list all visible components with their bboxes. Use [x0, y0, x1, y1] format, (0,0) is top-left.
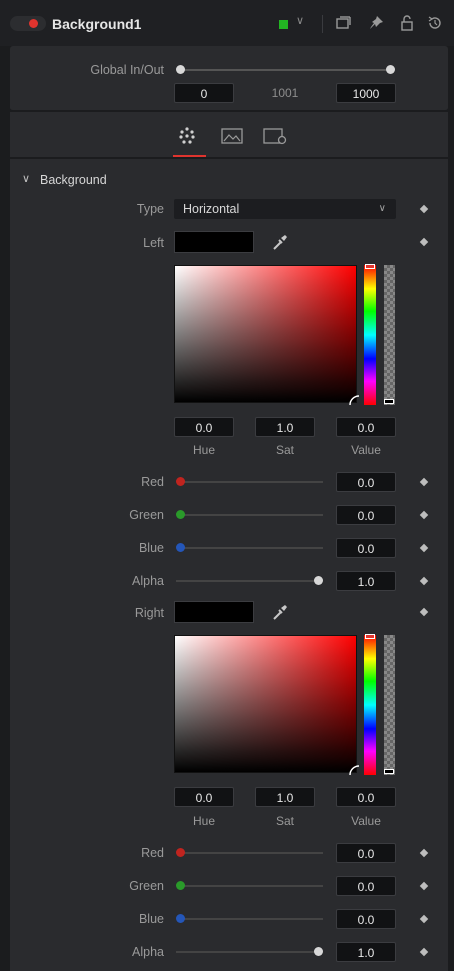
global-in-handle[interactable]	[176, 65, 185, 74]
left-hue-label: Hue	[192, 443, 215, 457]
right-alpha-handle[interactable]	[314, 947, 323, 956]
right-sat-field[interactable]: 1.0	[255, 787, 315, 807]
left-blue-handle[interactable]	[176, 543, 185, 552]
right-value-field[interactable]: 0.0	[336, 787, 396, 807]
header-divider	[322, 15, 323, 33]
right-hue-handle[interactable]	[365, 634, 375, 639]
right-blue-handle[interactable]	[176, 914, 185, 923]
reset-icon[interactable]	[426, 14, 444, 32]
right-red-handle[interactable]	[176, 848, 185, 857]
left-value-label: Value	[351, 443, 381, 457]
right-alpha-handle[interactable]	[384, 769, 394, 774]
right-alpha-label: Alpha	[132, 945, 164, 959]
chevron-down-icon: ∨	[378, 203, 386, 214]
lock-icon[interactable]	[398, 14, 416, 32]
left-alpha-field[interactable]: 1.0	[336, 571, 396, 591]
left-sat-label: Sat	[275, 443, 294, 457]
left-green-label: Green	[129, 508, 164, 522]
inspector-header: Background1 ∨	[0, 0, 454, 46]
left-blue-field[interactable]: 0.0	[336, 538, 396, 558]
right-sv-cursor[interactable]	[348, 764, 360, 776]
left-sat-field[interactable]: 1.0	[255, 417, 315, 437]
global-in-field[interactable]: 0	[174, 83, 234, 103]
left-blue-slider[interactable]	[181, 547, 323, 549]
global-inout-label: Global In/Out	[90, 63, 164, 77]
right-alpha-field[interactable]: 1.0	[336, 942, 396, 962]
right-hue-label: Hue	[192, 814, 215, 828]
right-red-label: Red	[141, 846, 164, 860]
image-tab-icon[interactable]	[220, 126, 244, 146]
pin-icon[interactable]	[367, 14, 385, 32]
right-sv-picker[interactable]	[174, 635, 357, 773]
left-hue-field[interactable]: 0.0	[174, 417, 234, 437]
left-green-field[interactable]: 0.0	[336, 505, 396, 525]
right-green-label: Green	[129, 879, 164, 893]
left-red-handle[interactable]	[176, 477, 185, 486]
left-sv-cursor[interactable]	[348, 394, 360, 406]
left-value-field[interactable]: 0.0	[336, 417, 396, 437]
settings-tab-icon[interactable]	[262, 126, 288, 146]
window-icon[interactable]	[334, 14, 352, 32]
left-alpha-handle[interactable]	[384, 399, 394, 404]
global-range-track[interactable]	[181, 69, 390, 71]
left-alpha-slider[interactable]	[176, 580, 318, 582]
left-red-slider[interactable]	[181, 481, 323, 483]
left-hue-bar[interactable]	[364, 265, 376, 405]
left-red-label: Red	[141, 475, 164, 489]
left-color-swatch[interactable]	[174, 231, 254, 253]
left-color-label: Left	[143, 236, 164, 250]
right-green-field[interactable]: 0.0	[336, 876, 396, 896]
right-hue-bar[interactable]	[364, 635, 376, 775]
left-alpha-label: Alpha	[132, 574, 164, 588]
section-title[interactable]: Background	[40, 173, 107, 187]
left-hue-handle[interactable]	[365, 264, 375, 269]
global-out-handle[interactable]	[386, 65, 395, 74]
active-dot	[29, 19, 38, 28]
right-blue-label: Blue	[138, 912, 164, 926]
type-value: Horizontal	[183, 202, 240, 216]
right-alpha-bar[interactable]	[384, 635, 395, 775]
right-green-handle[interactable]	[176, 881, 185, 890]
global-out-field[interactable]: 1000	[336, 83, 396, 103]
right-color-label: Right	[134, 606, 164, 620]
global-mid-value: 1001	[271, 86, 299, 100]
right-red-slider[interactable]	[181, 852, 323, 854]
right-red-field[interactable]: 0.0	[336, 843, 396, 863]
eyedropper-icon[interactable]	[270, 602, 290, 622]
active-tab-indicator	[173, 155, 206, 157]
right-color-swatch[interactable]	[174, 601, 254, 623]
right-value-label: Value	[351, 814, 381, 828]
left-sv-picker[interactable]	[174, 265, 357, 403]
right-sat-label: Sat	[275, 814, 294, 828]
right-alpha-slider[interactable]	[176, 951, 318, 953]
left-green-handle[interactable]	[176, 510, 185, 519]
type-label: Type	[136, 202, 164, 216]
node-title: Background1	[52, 16, 142, 32]
right-blue-slider[interactable]	[181, 918, 323, 920]
chevron-down-icon[interactable]: ∨	[296, 14, 304, 27]
right-blue-field[interactable]: 0.0	[336, 909, 396, 929]
collapse-chevron-icon[interactable]: ∨	[22, 172, 30, 185]
left-alpha-bar[interactable]	[384, 265, 395, 405]
left-red-field[interactable]: 0.0	[336, 472, 396, 492]
eyedropper-icon[interactable]	[270, 232, 290, 252]
node-enable-toggle[interactable]	[10, 16, 46, 31]
right-hue-field[interactable]: 0.0	[174, 787, 234, 807]
left-blue-label: Blue	[138, 541, 164, 555]
right-green-slider[interactable]	[181, 885, 323, 887]
type-dropdown[interactable]: Horizontal ∨	[174, 199, 396, 219]
color-tab-icon[interactable]	[176, 125, 198, 147]
left-green-slider[interactable]	[181, 514, 323, 516]
left-alpha-handle[interactable]	[314, 576, 323, 585]
node-color-swatch[interactable]	[279, 20, 288, 29]
